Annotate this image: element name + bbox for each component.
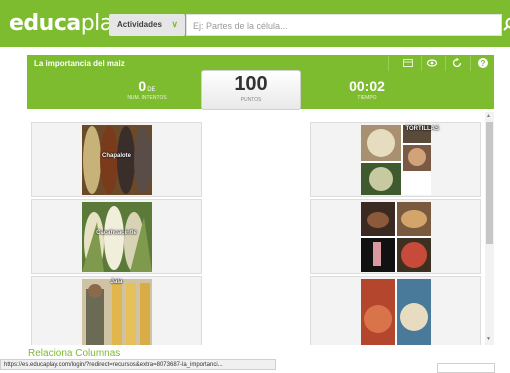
- activities-label: Actividades: [117, 20, 162, 29]
- scroll-up-arrow-icon[interactable]: ▲: [486, 113, 491, 119]
- left-card-1[interactable]: Chapalote: [31, 122, 202, 197]
- card-caption: Chapalote: [32, 153, 201, 159]
- attempts-unit: DE: [147, 87, 155, 93]
- restart-icon[interactable]: [451, 57, 463, 69]
- search-input[interactable]: Ej: Partes de la célula...: [186, 14, 502, 36]
- food-collage-image: [361, 202, 431, 272]
- scroll-down-arrow-icon[interactable]: ▼: [486, 336, 491, 342]
- score-value: 100: [202, 73, 300, 96]
- corn-image: [82, 125, 152, 195]
- score-box: 100 PUNTOS: [201, 70, 301, 110]
- activity-heading: Relaciona Columnas: [28, 348, 120, 359]
- right-card-1[interactable]: TORTILLAS: [310, 122, 481, 197]
- header-divider: [421, 56, 422, 71]
- header-divider: [388, 56, 389, 71]
- food-collage-image: [361, 279, 431, 345]
- matching-board: Chapalote Cacahuacintle: [27, 110, 494, 345]
- card-caption: TORTILLAS: [351, 126, 439, 132]
- svg-text:?: ?: [481, 59, 486, 68]
- status-bar-url: https://es.educaplay.com/login/?redirect…: [0, 359, 276, 370]
- score-label: PUNTOS: [202, 97, 300, 103]
- right-card-3[interactable]: [310, 276, 481, 345]
- fullscreen-icon[interactable]: [402, 57, 414, 69]
- attempts-value: 0: [138, 78, 146, 94]
- game-title: La importancia del maiz: [34, 59, 125, 68]
- chevron-down-icon: ∨: [171, 19, 178, 30]
- right-card-2[interactable]: [310, 199, 481, 274]
- card-caption: Jala: [32, 279, 201, 285]
- corn-image: [82, 202, 152, 272]
- search-placeholder: Ej: Partes de la célula...: [193, 21, 288, 31]
- top-navigation-bar: educaplay Actividades ∨ Ej: Partes de la…: [0, 0, 510, 47]
- help-icon[interactable]: ?: [477, 57, 489, 69]
- eye-icon[interactable]: [426, 57, 438, 69]
- attempts-label: NUM. INTENTOS: [107, 95, 187, 101]
- left-card-3[interactable]: Jala: [31, 276, 202, 345]
- corner-button[interactable]: [437, 363, 495, 373]
- corn-image: [82, 279, 152, 345]
- left-card-2[interactable]: Cacahuacintle: [31, 199, 202, 274]
- food-collage-image: [361, 125, 431, 195]
- time-stat: 00:02 TIEMPO: [327, 78, 407, 101]
- header-divider: [470, 56, 471, 71]
- time-value: 00:02: [327, 78, 407, 94]
- activities-dropdown[interactable]: Actividades ∨: [109, 14, 185, 36]
- time-label: TIEMPO: [327, 95, 407, 101]
- scrollbar-thumb[interactable]: [486, 122, 493, 244]
- header-divider: [445, 56, 446, 71]
- search-icon[interactable]: [502, 13, 510, 35]
- card-caption: Cacahuacintle: [32, 230, 201, 236]
- educaplay-logo[interactable]: educaplay: [9, 11, 125, 36]
- attempts-stat: 0DE NUM. INTENTOS: [107, 78, 187, 101]
